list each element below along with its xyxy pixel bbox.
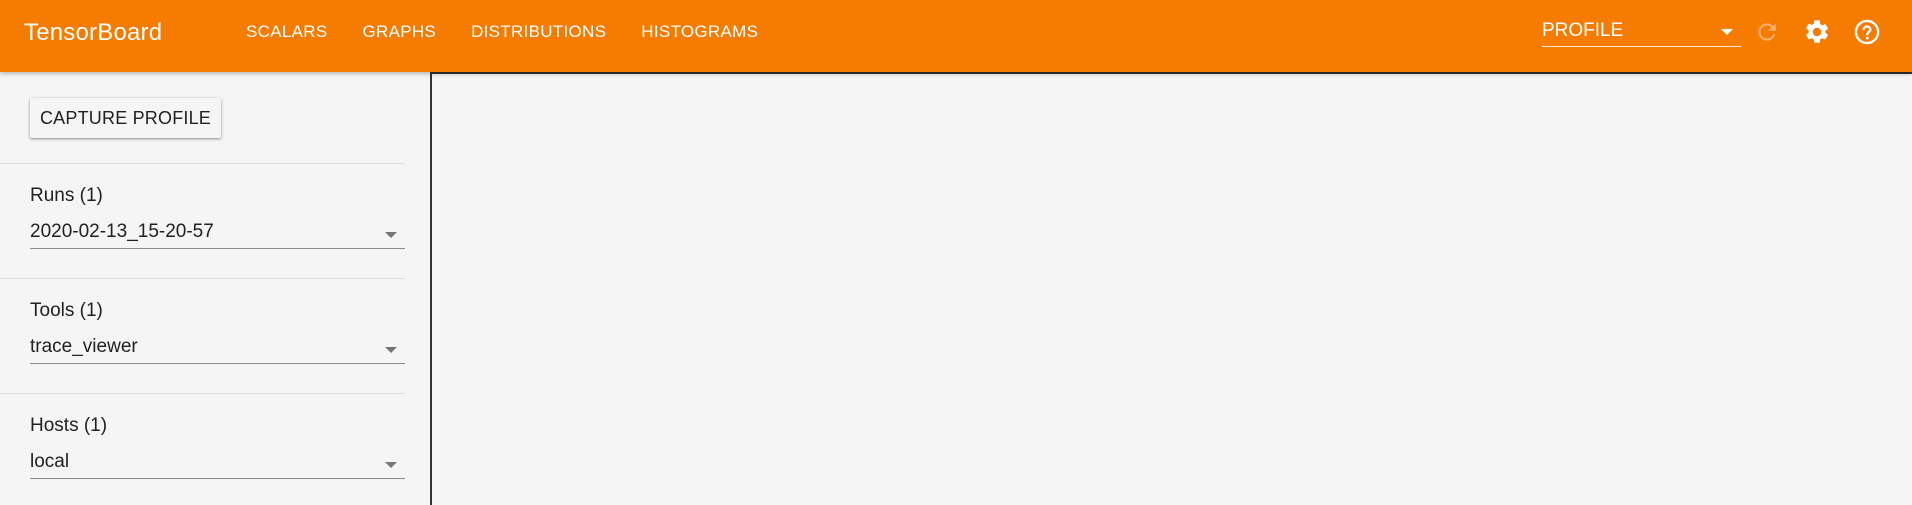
gear-icon[interactable] xyxy=(1802,17,1832,47)
divider xyxy=(0,393,405,394)
main-content-area xyxy=(430,72,1912,505)
sidebar: CAPTURE PROFILE Runs (1) 2020-02-13_15-2… xyxy=(0,72,430,505)
hosts-select[interactable]: local xyxy=(30,448,405,479)
app-title: TensorBoard xyxy=(24,19,163,46)
plugin-nav: SCALARS GRAPHS DISTRIBUTIONS HISTOGRAMS xyxy=(246,0,793,64)
hosts-label: Hosts (1) xyxy=(30,415,108,436)
tools-select-value: trace_viewer xyxy=(30,336,138,357)
tools-label: Tools (1) xyxy=(30,300,103,321)
runs-select[interactable]: 2020-02-13_15-20-57 xyxy=(30,218,405,249)
divider xyxy=(0,163,405,164)
chevron-down-icon xyxy=(385,462,397,468)
top-toolbar: TensorBoard SCALARS GRAPHS DISTRIBUTIONS… xyxy=(0,0,1912,72)
tab-histograms[interactable]: HISTOGRAMS xyxy=(641,22,758,42)
plugin-select-value: PROFILE xyxy=(1542,20,1624,41)
tools-select[interactable]: trace_viewer xyxy=(30,333,405,364)
divider xyxy=(0,278,405,279)
capture-profile-button[interactable]: CAPTURE PROFILE xyxy=(30,98,221,138)
runs-label: Runs (1) xyxy=(30,185,103,206)
chevron-down-icon xyxy=(385,347,397,353)
runs-select-value: 2020-02-13_15-20-57 xyxy=(30,221,214,242)
tab-distributions[interactable]: DISTRIBUTIONS xyxy=(471,22,606,42)
plugin-select-dropdown[interactable]: PROFILE xyxy=(1542,18,1741,47)
tab-graphs[interactable]: GRAPHS xyxy=(362,22,436,42)
refresh-icon[interactable] xyxy=(1752,17,1782,47)
help-icon[interactable] xyxy=(1852,17,1882,47)
chevron-down-icon xyxy=(1721,29,1733,35)
tab-scalars[interactable]: SCALARS xyxy=(246,22,327,42)
chevron-down-icon xyxy=(385,232,397,238)
hosts-select-value: local xyxy=(30,451,70,472)
